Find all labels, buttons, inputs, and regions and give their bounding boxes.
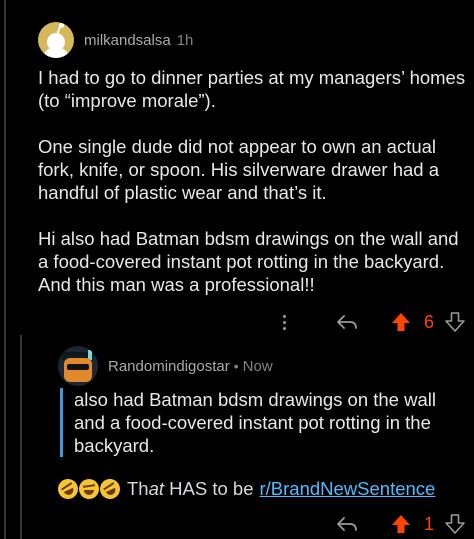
separator: • — [233, 358, 239, 374]
comment-body: I had to go to dinner parties at my mana… — [38, 66, 468, 296]
vote-score: 1 — [423, 513, 434, 534]
blockquote: also had Batman bdsm drawings on the wal… — [60, 388, 468, 457]
reply-comment: Randomindigostar • Now also had Batman b… — [54, 346, 468, 539]
upvote-arrow-icon[interactable] — [388, 513, 414, 535]
laughing-crying-emoji-icon — [79, 478, 99, 499]
comment-actions: 6 — [38, 302, 468, 342]
username[interactable]: milkandsalsa — [84, 32, 171, 49]
timestamp: 1h — [176, 31, 194, 49]
upvote-arrow-icon[interactable] — [388, 311, 414, 333]
username[interactable]: Randomindigostar — [108, 358, 230, 375]
quote-text: also had Batman bdsm drawings on the wal… — [74, 389, 436, 456]
comment-text: HAS to be — [164, 478, 254, 499]
downvote-arrow-icon[interactable] — [442, 513, 468, 535]
reply-icon[interactable] — [332, 313, 362, 331]
avatar[interactable] — [38, 22, 74, 58]
comment-paragraph: Hi also had Batman bdsm drawings on the … — [38, 228, 459, 295]
avatar[interactable] — [58, 346, 98, 386]
emoji-group — [54, 475, 124, 502]
comment-actions: 1 — [58, 504, 468, 539]
thread-line[interactable] — [4, 0, 6, 539]
downvote-arrow-icon[interactable] — [442, 311, 468, 333]
timestamp: Now — [242, 357, 273, 375]
thread-line-nested[interactable] — [20, 335, 22, 539]
comment-paragraph: One single dude did not appear to own an… — [38, 136, 440, 203]
comment-text-italic: at — [148, 478, 165, 499]
comment-text: Th — [127, 478, 149, 499]
comment-header: milkandsalsa 1h — [38, 20, 468, 60]
comment-paragraph: I had to go to dinner parties at my mana… — [38, 67, 466, 111]
laughing-crying-emoji-icon — [96, 475, 124, 502]
laughing-crying-emoji-icon — [54, 475, 82, 502]
comment: milkandsalsa 1h I had to go to dinner pa… — [38, 20, 468, 342]
comment-header: Randomindigostar • Now — [58, 346, 468, 386]
more-vertical-icon[interactable] — [274, 313, 294, 331]
vote-score: 6 — [423, 311, 434, 332]
reply-icon[interactable] — [332, 515, 362, 533]
comment-body: Th at HAS to be r/BrandNewSentence — [54, 475, 468, 502]
subreddit-link[interactable]: r/BrandNewSentence — [260, 477, 436, 500]
